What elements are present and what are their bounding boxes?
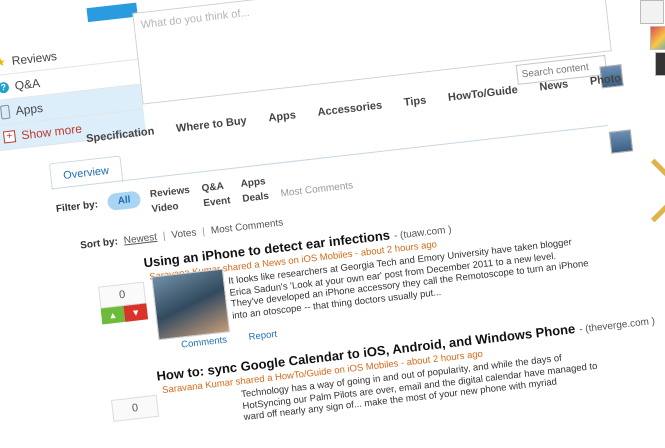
filter-video[interactable]: Video — [151, 200, 192, 215]
sidebar-item-label: Q&A — [14, 76, 41, 93]
filter-col-2: Q&A Event — [201, 180, 231, 213]
comments-link[interactable]: Comments — [181, 335, 228, 351]
tab-howto-guide[interactable]: HowTo/Guide — [447, 84, 518, 104]
thumbs-up-icon[interactable]: ▲ — [100, 305, 126, 325]
filter-deals[interactable]: Deals — [242, 191, 270, 205]
reviewer-avatar[interactable] — [608, 129, 634, 154]
vote-widget: 0 ▲ ▼ — [98, 281, 149, 325]
tab-accessories[interactable]: Accessories — [317, 99, 383, 118]
tab-apps[interactable]: Apps — [268, 109, 297, 124]
right-thumbnail[interactable] — [650, 26, 665, 50]
item-source[interactable]: - (tuaw.com ) — [393, 224, 452, 241]
tab-tips[interactable]: Tips — [403, 94, 427, 108]
sort-label: Sort by: — [79, 236, 119, 252]
vote-widget: 0 — [110, 394, 160, 422]
sort-newest[interactable]: Newest — [123, 232, 157, 247]
filter-reviews[interactable]: Reviews — [149, 185, 190, 200]
filter-most-comments[interactable]: Most Comments — [280, 180, 354, 199]
sort-separator: | — [201, 226, 206, 238]
thumbs-down-icon[interactable]: ▼ — [123, 303, 149, 322]
filter-qa[interactable]: Q&A — [201, 180, 229, 194]
tab-where-to-buy[interactable]: Where to Buy — [176, 115, 248, 135]
item-source[interactable]: - (theverge.com ) — [579, 316, 656, 336]
report-link[interactable]: Report — [248, 329, 278, 343]
filter-label: Filter by: — [55, 199, 99, 215]
right-thumbnail[interactable] — [640, 0, 664, 24]
filter-all-chip[interactable]: All — [106, 190, 142, 212]
filter-apps[interactable]: Apps — [240, 176, 268, 190]
sort-most-comments[interactable]: Most Comments — [210, 217, 284, 236]
sidebar-item-label: Reviews — [10, 48, 58, 69]
question-icon: ? — [0, 81, 10, 94]
filter-col-3: Apps Deals — [240, 176, 270, 209]
filter-col-1: Reviews Video — [149, 185, 192, 219]
phone-icon — [0, 104, 11, 120]
top-blue-bar — [86, 2, 138, 23]
right-thumbnail[interactable] — [655, 52, 665, 76]
star-icon: ★ — [0, 54, 7, 70]
vote-count: 0 — [110, 394, 160, 422]
sort-separator: | — [162, 230, 167, 243]
sort-votes[interactable]: Votes — [171, 227, 197, 241]
filter-event[interactable]: Event — [203, 195, 231, 209]
item-thumbnail[interactable] — [151, 268, 231, 341]
plus-icon: + — [2, 130, 17, 144]
rotated-page: ★ Reviews ? Q&A Apps + Show more Specifi… — [0, 0, 665, 442]
sidebar-item-label: Apps — [14, 100, 44, 118]
tab-news[interactable]: News — [539, 78, 569, 93]
